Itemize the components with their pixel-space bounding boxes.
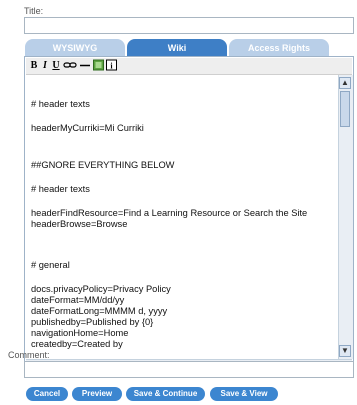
editor-toolbar: B I U i (26, 58, 352, 75)
editor-line: navigationHome=Home (31, 328, 129, 338)
wiki-textarea[interactable]: # header texts headerMyCurriki=Mi Currik… (26, 75, 337, 359)
tab-wysiwyg[interactable]: WYSIWYG (25, 39, 125, 57)
save-view-button[interactable]: Save & View (210, 387, 278, 401)
editor-line: dateFormat=MM/dd/yy (31, 295, 125, 305)
horizontal-rule-icon[interactable] (79, 59, 91, 72)
info-icon[interactable]: i (106, 59, 117, 72)
image-icon[interactable] (93, 59, 104, 72)
link-icon[interactable] (63, 59, 77, 72)
editor-line: dateFormatLong=MMMM d, yyyy (31, 306, 168, 316)
comment-label: Comment: (8, 350, 50, 360)
title-label: Title: (24, 6, 44, 16)
vertical-scroll-thumb[interactable] (340, 91, 350, 127)
editor-line: createdby=Created by (31, 339, 123, 349)
cancel-button[interactable]: Cancel (26, 387, 68, 401)
editor-line: # general (31, 260, 70, 270)
vertical-scrollbar[interactable]: ▲ ▼ (338, 75, 353, 359)
editor-line: docs.privacyPolicy=Privacy Policy (31, 284, 171, 294)
editor-line: # header texts (31, 184, 90, 194)
wiki-editor: B I U i # header texts headerMyCurriki=M… (24, 56, 354, 376)
italic-button[interactable]: I (41, 59, 49, 72)
bold-button[interactable]: B (30, 59, 38, 72)
scroll-down-icon[interactable]: ▼ (339, 345, 351, 357)
editor-line: # header texts (31, 99, 90, 109)
save-continue-button[interactable]: Save & Continue (126, 387, 205, 401)
tab-wiki[interactable]: Wiki (127, 39, 227, 57)
editor-line: headerFindResource=Find a Learning Resou… (31, 208, 308, 218)
editor-line: headerMyCurriki=Mi Curriki (31, 123, 144, 133)
editor-tabs: WYSIWYG Wiki Access Rights (24, 39, 354, 57)
editor-line: headerBrowse=Browse (31, 219, 128, 229)
comment-input[interactable] (24, 361, 354, 378)
editor-line: ##GNORE EVERYTHING BELOW (31, 160, 175, 170)
underline-button[interactable]: U (52, 59, 60, 72)
tab-access-rights[interactable]: Access Rights (229, 39, 329, 57)
preview-button[interactable]: Preview (72, 387, 122, 401)
editor-line: publishedby=Published by {0} (31, 317, 154, 327)
scroll-up-icon[interactable]: ▲ (339, 77, 351, 89)
title-input[interactable] (24, 17, 354, 34)
